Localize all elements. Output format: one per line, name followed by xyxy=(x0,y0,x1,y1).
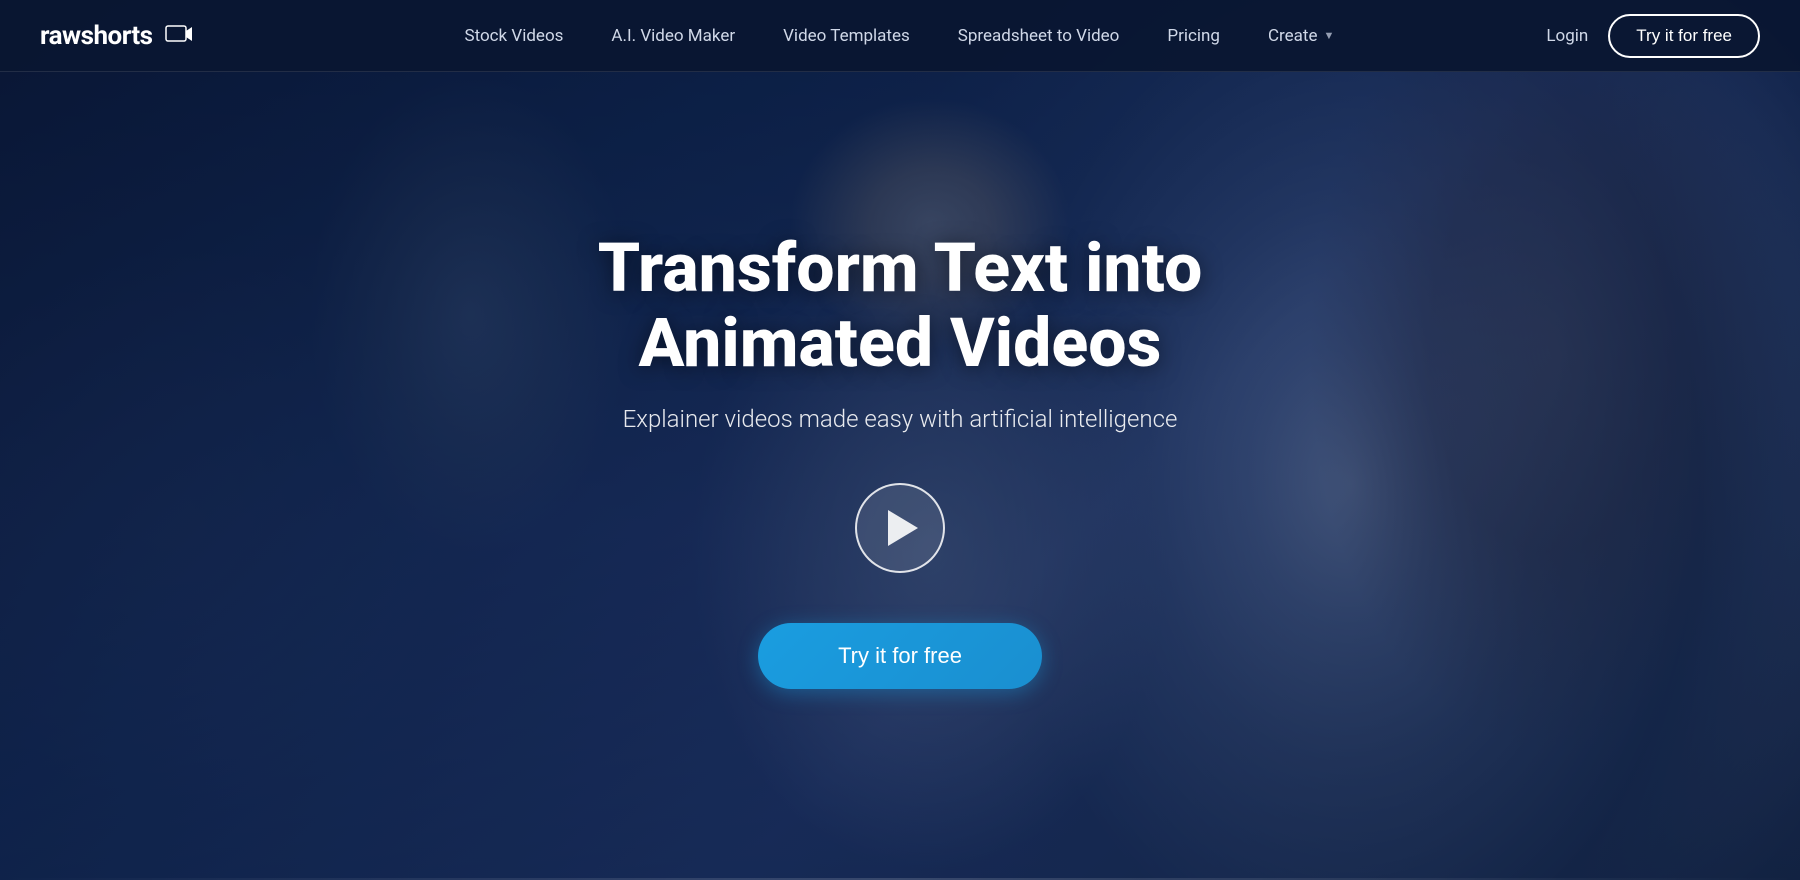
nav-links: Stock Videos A.I. Video Maker Video Temp… xyxy=(253,0,1547,72)
logo[interactable]: rawshorts xyxy=(40,21,193,51)
hero-content: Transform Text into Animated Videos Expl… xyxy=(0,0,1800,880)
nav-link-pricing[interactable]: Pricing xyxy=(1143,0,1244,72)
nav-link-ai-video-maker[interactable]: A.I. Video Maker xyxy=(587,0,759,72)
nav-link-video-templates[interactable]: Video Templates xyxy=(759,0,934,72)
chevron-down-icon: ▼ xyxy=(1324,29,1335,42)
play-button[interactable] xyxy=(855,483,945,573)
navbar: rawshorts Stock Videos A.I. Video Maker … xyxy=(0,0,1800,72)
login-link[interactable]: Login xyxy=(1546,26,1588,46)
nav-link-stock-videos[interactable]: Stock Videos xyxy=(440,0,587,72)
hero-subtitle: Explainer videos made easy with artifici… xyxy=(623,405,1178,433)
logo-icon xyxy=(165,25,193,47)
logo-text: rawshorts xyxy=(40,21,153,51)
nav-actions: Login Try it for free xyxy=(1546,14,1760,58)
hero-section: rawshorts Stock Videos A.I. Video Maker … xyxy=(0,0,1800,880)
logo-text-bold: shorts xyxy=(81,21,153,51)
play-triangle-icon xyxy=(888,510,918,546)
logo-text-raw: raw xyxy=(40,21,81,51)
hero-title: Transform Text into Animated Videos xyxy=(450,231,1350,381)
hero-try-free-button[interactable]: Try it for free xyxy=(758,623,1042,689)
nav-link-create[interactable]: Create ▼ xyxy=(1244,0,1358,72)
nav-try-free-button[interactable]: Try it for free xyxy=(1608,14,1760,58)
nav-link-spreadsheet-to-video[interactable]: Spreadsheet to Video xyxy=(934,0,1144,72)
